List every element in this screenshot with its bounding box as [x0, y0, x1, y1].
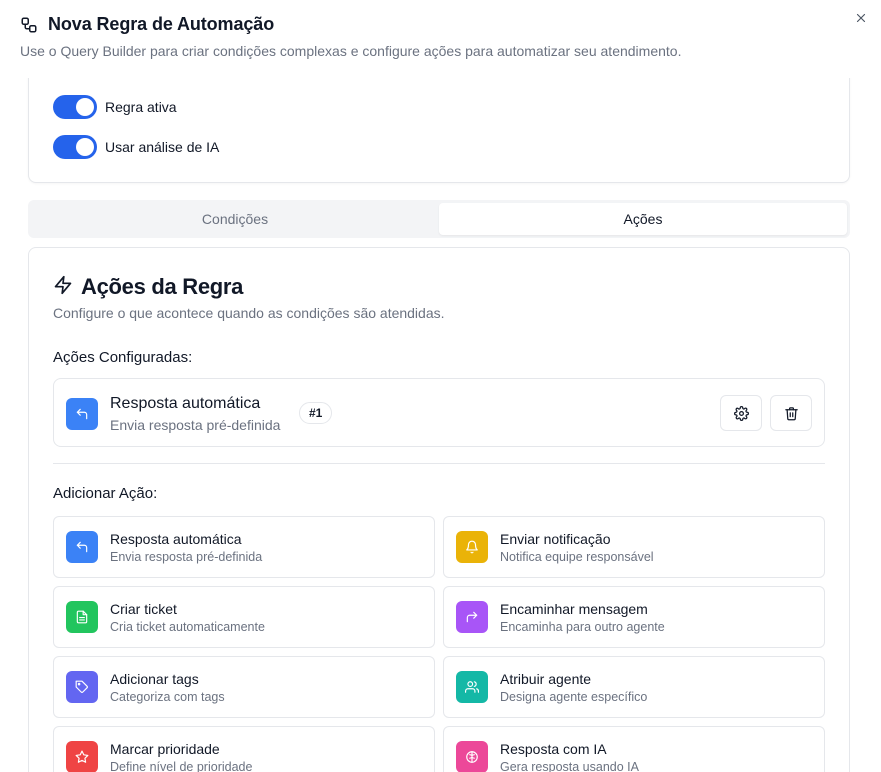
reply-icon: [66, 531, 98, 563]
option-add-tags[interactable]: Adicionar tags Categoriza com tags: [53, 656, 435, 718]
dialog-subtitle: Use o Query Builder para criar condições…: [20, 43, 682, 59]
close-button[interactable]: [851, 8, 871, 28]
option-desc: Notifica equipe responsável: [500, 550, 654, 564]
rule-active-toggle[interactable]: [53, 95, 97, 119]
star-icon: [66, 741, 98, 772]
option-auto-reply[interactable]: Resposta automática Envia resposta pré-d…: [53, 516, 435, 578]
option-desc: Categoriza com tags: [110, 690, 225, 704]
option-desc: Encaminha para outro agente: [500, 620, 665, 634]
option-assign-agent[interactable]: Atribuir agente Designa agente específic…: [443, 656, 825, 718]
option-create-ticket[interactable]: Criar ticket Cria ticket automaticamente: [53, 586, 435, 648]
delete-action-button[interactable]: [770, 395, 812, 431]
option-desc: Cria ticket automaticamente: [110, 620, 265, 634]
close-icon: [856, 13, 866, 23]
rule-active-label: Regra ativa: [105, 99, 177, 115]
configure-action-button[interactable]: [720, 395, 762, 431]
option-desc: Designa agente específico: [500, 690, 648, 704]
dialog-body[interactable]: Regra ativa Usar análise de IA Condições…: [0, 78, 881, 772]
gear-icon: [733, 405, 749, 421]
option-desc: Gera resposta usando IA: [500, 760, 639, 772]
option-ai-response[interactable]: Resposta com IA Gera resposta usando IA: [443, 726, 825, 772]
option-title: Enviar notificação: [500, 531, 611, 547]
actions-card: Ações da Regra Configure o que acontece …: [28, 247, 850, 772]
option-title: Marcar prioridade: [110, 741, 220, 757]
option-title: Atribuir agente: [500, 671, 592, 687]
option-title: Encaminhar mensagem: [500, 601, 648, 617]
configured-action-desc: Envia resposta pré-definida: [110, 417, 281, 433]
add-action-label: Adicionar Ação:: [53, 485, 158, 502]
tab-actions[interactable]: Ações: [439, 203, 847, 235]
ai-analysis-label: Usar análise de IA: [105, 139, 220, 155]
rule-settings-card: Regra ativa Usar análise de IA: [28, 78, 850, 183]
option-desc: Define nível de prioridade: [110, 760, 253, 772]
reply-icon: [66, 398, 98, 430]
trash-icon: [784, 406, 798, 420]
file-icon: [66, 601, 98, 633]
tab-conditions[interactable]: Condições: [31, 203, 439, 235]
option-title: Adicionar tags: [110, 671, 199, 687]
ai-analysis-toggle[interactable]: [53, 135, 97, 159]
option-send-notification[interactable]: Enviar notificação Notifica equipe respo…: [443, 516, 825, 578]
option-desc: Envia resposta pré-definida: [110, 550, 263, 564]
tab-list: Condições Ações: [28, 200, 850, 238]
option-title: Criar ticket: [110, 601, 177, 617]
dialog-title: Nova Regra de Automação: [48, 14, 275, 34]
configured-action-title: Resposta automática: [110, 395, 261, 412]
option-title: Resposta automática: [110, 531, 242, 547]
configured-action-item: Resposta automática Envia resposta pré-d…: [53, 378, 825, 447]
actions-description: Configure o que acontece quando as condi…: [53, 305, 445, 321]
action-order-badge: #1: [299, 402, 333, 424]
forward-icon: [456, 601, 488, 633]
option-title: Resposta com IA: [500, 741, 607, 757]
option-forward-message[interactable]: Encaminhar mensagem Encaminha para outro…: [443, 586, 825, 648]
section-divider: [53, 463, 825, 464]
bell-icon: [456, 531, 488, 563]
zap-icon: [53, 275, 73, 300]
option-set-priority[interactable]: Marcar prioridade Define nível de priori…: [53, 726, 435, 772]
configured-actions-label: Ações Configuradas:: [53, 349, 193, 366]
workflow-icon: [20, 16, 38, 34]
brain-icon: [456, 741, 488, 772]
action-options-grid: Resposta automática Envia resposta pré-d…: [53, 516, 825, 772]
actions-title: Ações da Regra: [81, 274, 244, 299]
dialog-header: Nova Regra de Automação Use o Query Buil…: [20, 14, 841, 59]
users-icon: [456, 671, 488, 703]
tag-icon: [66, 671, 98, 703]
